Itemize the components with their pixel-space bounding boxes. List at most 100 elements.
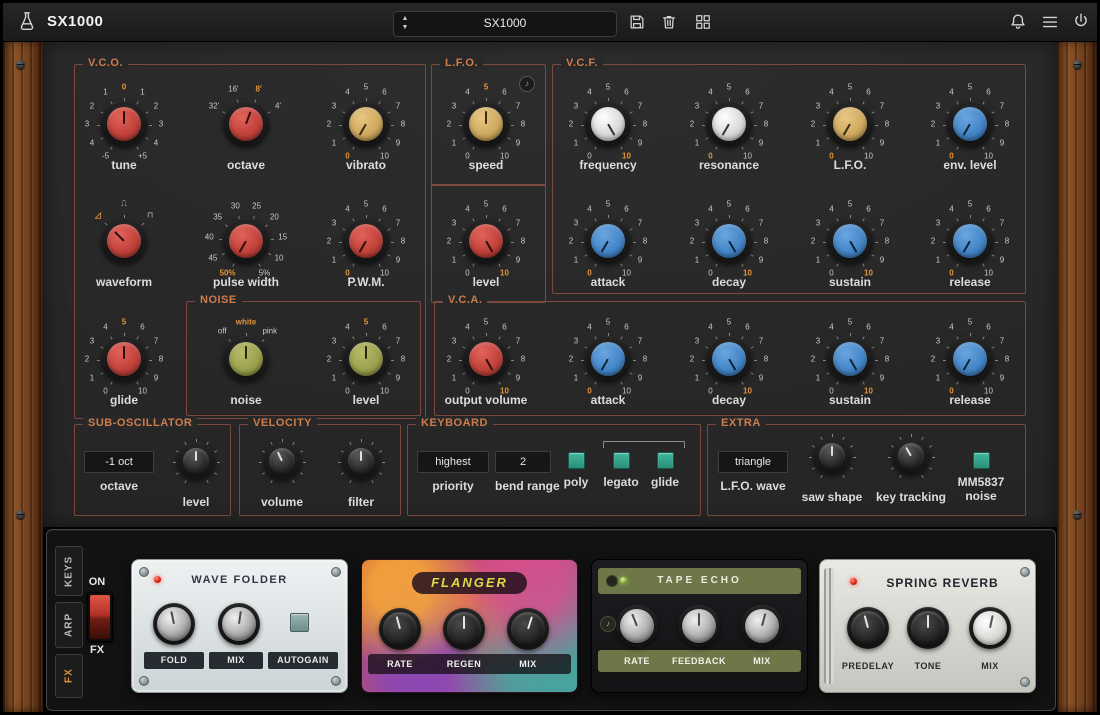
- rate-knob[interactable]: [607, 596, 667, 656]
- octave-knob[interactable]: 32'16'8'4'octave: [196, 74, 296, 174]
- tick-label: 2: [931, 237, 935, 246]
- pulse-width-knob[interactable]: 50%45403530252015105%pulse width: [196, 191, 296, 291]
- tick-label: 1: [452, 373, 456, 382]
- tick-mark: [145, 111, 148, 113]
- knob-pointer: [963, 124, 971, 136]
- predelay-knob[interactable]: [838, 598, 898, 658]
- glide-knob[interactable]: 012345678910glide: [74, 309, 174, 409]
- tick-label: 8: [521, 355, 525, 364]
- knob-pointer: [849, 359, 857, 371]
- autogain-button[interactable]: [290, 613, 309, 632]
- glide-checkbox[interactable]: [657, 452, 674, 469]
- tick-label: 7: [516, 336, 520, 345]
- knob-body: [706, 218, 752, 264]
- knob-label: frequency: [579, 158, 636, 172]
- tick-label: 3: [695, 336, 699, 345]
- power-icon[interactable]: [1070, 11, 1092, 33]
- priority-select[interactable]: highest: [417, 451, 489, 473]
- sub-level-knob[interactable]: level: [146, 411, 246, 511]
- knob-cap: [953, 342, 987, 376]
- vcf-attack-knob[interactable]: 012345678910attack: [558, 191, 658, 291]
- tick-mark: [715, 381, 717, 384]
- vcf-env-level-knob[interactable]: 012345678910env. level: [920, 74, 1020, 174]
- tick-label: 3: [332, 101, 336, 110]
- vca-decay-knob[interactable]: 012345678910decay: [679, 309, 779, 409]
- tick-label: 6: [745, 87, 749, 96]
- notifications-bell-icon[interactable]: [1007, 11, 1029, 33]
- vibrato-knob[interactable]: 012345678910vibrato: [316, 74, 416, 174]
- tick-label: 3: [574, 101, 578, 110]
- tick-mark: [100, 137, 103, 139]
- mix-knob[interactable]: [209, 594, 269, 654]
- knob-pointer: [195, 451, 197, 461]
- knob-pointer: [239, 241, 247, 253]
- tick-mark: [871, 254, 874, 256]
- osc-level-knob[interactable]: 012345678910level: [436, 191, 536, 291]
- tab-arp[interactable]: ARP: [55, 602, 83, 648]
- sub-octave-select[interactable]: -1 oct: [84, 451, 154, 473]
- vcf-release-knob[interactable]: 012345678910release: [920, 191, 1020, 291]
- tick-label: 8: [521, 237, 525, 246]
- noise-level-knob[interactable]: 012345678910level: [316, 309, 416, 409]
- pwm-knob[interactable]: 012345678910P.W.M.: [316, 191, 416, 291]
- mix-knob[interactable]: [960, 598, 1020, 658]
- save-preset-icon[interactable]: [627, 12, 647, 32]
- echo-sync-button[interactable]: ♪: [600, 616, 616, 632]
- tone-knob[interactable]: [898, 598, 958, 658]
- tick-label: 3: [85, 120, 89, 129]
- vcf-resonance-knob[interactable]: 012345678910resonance: [679, 74, 779, 174]
- feedback-knob[interactable]: [669, 596, 729, 656]
- tick-label: 4: [90, 138, 94, 147]
- knob-body: [463, 218, 509, 264]
- tune-knob[interactable]: -5432101234+5tune: [74, 74, 174, 174]
- velocity-filter-knob[interactable]: filter: [311, 411, 411, 511]
- tick-label: 8: [521, 120, 525, 129]
- mix-knob[interactable]: [498, 599, 558, 659]
- waveform-knob[interactable]: ◿⎍⊓waveform: [74, 191, 174, 291]
- knob-label: level: [473, 275, 500, 289]
- poly-checkbox[interactable]: [568, 452, 585, 469]
- tick-mark: [379, 472, 382, 474]
- rate-knob[interactable]: [370, 599, 430, 659]
- knob-pointer: [963, 359, 971, 371]
- tick-label: 6: [624, 204, 628, 213]
- tick-label: 5: [606, 318, 610, 327]
- noise-type-knob[interactable]: offwhitepinknoise: [196, 309, 296, 409]
- vcf-frequency-knob[interactable]: 012345678910frequency: [558, 74, 658, 174]
- tick-mark: [629, 111, 632, 113]
- key-tracking-knob[interactable]: key tracking: [861, 406, 961, 506]
- tick-label: 7: [1000, 218, 1004, 227]
- mix-knob[interactable]: [732, 596, 792, 656]
- vca-sustain-knob[interactable]: 012345678910sustain: [800, 309, 900, 409]
- lfo-sync-button[interactable]: ♪: [519, 76, 535, 92]
- vca-attack-knob[interactable]: 012345678910attack: [558, 309, 658, 409]
- mm5837-noise-checkbox[interactable]: [973, 452, 990, 469]
- fx-power-switch[interactable]: [87, 592, 113, 642]
- delete-preset-icon[interactable]: [659, 12, 679, 32]
- vca-release-knob[interactable]: 012345678910release: [920, 309, 1020, 409]
- tick-label: 4: [154, 138, 158, 147]
- tick-label: 8: [1005, 120, 1009, 129]
- knob-pointer: [963, 241, 971, 253]
- vcf-lfo-knob[interactable]: 012345678910L.F.O.: [800, 74, 900, 174]
- preset-browser-icon[interactable]: [693, 12, 713, 32]
- knob-pointer: [905, 447, 912, 457]
- bend-range-input[interactable]: 2: [495, 451, 551, 473]
- knob-body: [969, 607, 1011, 649]
- tick-mark: [584, 254, 587, 256]
- tick-label: 7: [638, 218, 642, 227]
- preset-field[interactable]: ▲▼ SX1000: [393, 11, 617, 37]
- vcf-sustain-knob[interactable]: 012345678910sustain: [800, 191, 900, 291]
- lfo-wave-select[interactable]: triangle: [718, 451, 788, 473]
- vcf-decay-knob[interactable]: 012345678910decay: [679, 191, 779, 291]
- tab-keys[interactable]: KEYS: [55, 546, 83, 596]
- tab-fx[interactable]: FX: [55, 654, 83, 698]
- bend-range-label: bend range: [495, 479, 551, 493]
- legato-checkbox[interactable]: [613, 452, 630, 469]
- tick-mark: [462, 254, 465, 256]
- menu-hamburger-icon[interactable]: [1039, 11, 1061, 33]
- fold-knob[interactable]: [144, 594, 204, 654]
- output-volume-knob[interactable]: 012345678910output volume: [436, 309, 536, 409]
- tick-label: 32': [209, 101, 219, 110]
- regen-knob[interactable]: [434, 599, 494, 659]
